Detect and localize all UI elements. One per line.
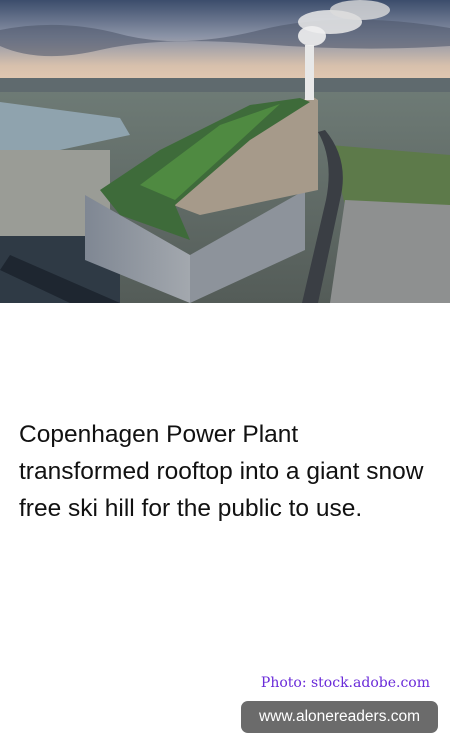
site-badge[interactable]: www.alonereaders.com bbox=[241, 701, 438, 733]
site-url[interactable]: www.alonereaders.com bbox=[259, 708, 420, 726]
power-plant-illustration bbox=[0, 0, 450, 303]
caption-text: Copenhagen Power Plant transformed rooft… bbox=[19, 421, 424, 522]
photo-credit: Photo: stock.adobe.com bbox=[260, 675, 430, 691]
aerial-photo bbox=[0, 0, 450, 303]
